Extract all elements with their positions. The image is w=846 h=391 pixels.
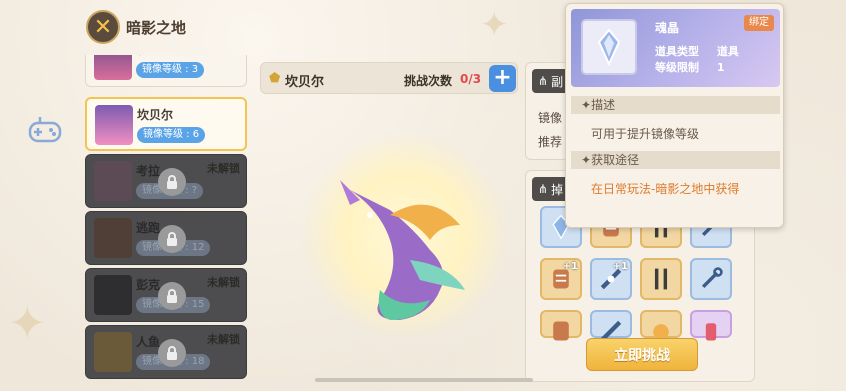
lock-icon — [158, 339, 186, 367]
item-type-row: 道具类型 道具 — [655, 43, 739, 59]
reward-slot[interactable] — [640, 258, 682, 300]
tooltip-header: 魂晶 道具类型 道具 等级限制 1 绑定 — [571, 9, 780, 87]
item-type-label: 道具类型 — [655, 45, 699, 58]
info-line: 推荐 — [538, 135, 563, 149]
avatar — [94, 218, 132, 258]
list-item[interactable]: 彭克 镜像等级 : 15 未解锁 — [85, 268, 247, 322]
reward-count-badge: +1 — [562, 261, 578, 272]
list-item[interactable]: 沙盘 镜像等级 : 3 — [85, 55, 247, 87]
bound-tag: 绑定 — [744, 15, 774, 31]
reward-slot[interactable] — [690, 258, 732, 300]
sparkle-decoration: ✦ — [480, 5, 509, 45]
level-badge: 镜像等级 : 6 — [137, 127, 206, 143]
list-item-name: 考拉 — [136, 164, 161, 178]
item-level-row: 等级限制 1 — [655, 59, 725, 75]
potion-icon — [705, 323, 717, 341]
boss-header: ⬟ 坎贝尔 挑战次数 0/3 + — [260, 62, 518, 94]
info-line: 镜像 — [538, 111, 563, 125]
challenge-count: 0/3 — [460, 72, 482, 86]
page-title: 暗影之地 — [126, 18, 187, 37]
lock-icon — [158, 168, 186, 196]
reward-slot[interactable]: +1 — [590, 258, 632, 300]
panel-header-label: 副 — [551, 74, 564, 89]
scroll-icon — [553, 321, 569, 341]
list-item-name: 彭克 — [136, 278, 161, 292]
list-item-name: 沙盘 — [136, 55, 160, 58]
avatar — [94, 275, 132, 315]
reward-slot[interactable] — [640, 310, 682, 340]
item-name: 魂晶 — [655, 21, 680, 35]
item-level-value: 1 — [716, 61, 725, 74]
list-item-name: 坎贝尔 — [137, 108, 174, 122]
list-item-name: 逃跑 — [136, 221, 161, 235]
boss-name: 坎贝尔 — [285, 75, 325, 90]
tree-icon: ⋔ — [538, 182, 549, 196]
item-tooltip: 魂晶 道具类型 道具 等级限制 1 绑定 ✦描述 可用于提升镜像等级 ✦获取途径… — [565, 3, 784, 228]
source-section-header: ✦获取途径 — [571, 151, 780, 169]
level-badge: 镜像等级 : 3 — [136, 62, 205, 78]
tree-icon: ⋔ — [538, 74, 549, 88]
stage-list[interactable]: 沙盘 镜像等级 : 3 坎贝尔 镜像等级 : 6 考拉 镜像等级 : ? 未解锁… — [85, 55, 248, 381]
locked-tag: 未解锁 — [207, 276, 240, 289]
item-type-value: 道具 — [716, 45, 739, 58]
reward-slot[interactable]: +1 — [540, 258, 582, 300]
close-icon[interactable]: ✕ — [86, 10, 120, 44]
panel-header: ⋔ 掉 — [532, 177, 570, 201]
reward-slot[interactable] — [690, 310, 732, 341]
add-attempts-button[interactable]: + — [489, 65, 516, 92]
desc-text: 可用于提升镜像等级 — [591, 127, 700, 141]
gamepad-icon[interactable] — [28, 115, 62, 145]
avatar — [95, 105, 133, 145]
reward-slot[interactable] — [590, 310, 632, 342]
claw-icon — [654, 268, 668, 290]
reward-count-badge: +1 — [612, 261, 628, 272]
list-item[interactable]: 坎贝尔 镜像等级 : 6 — [85, 97, 247, 151]
reward-slot[interactable] — [540, 310, 582, 341]
item-level-label: 等级限制 — [655, 61, 699, 74]
home-indicator — [315, 378, 533, 382]
panel-header: ⋔ 副 — [532, 69, 570, 93]
panel-header-label: 掉 — [551, 182, 564, 197]
lock-icon — [158, 225, 186, 253]
sparkle-decoration: ✦ — [8, 296, 47, 350]
start-challenge-button[interactable]: 立即挑战 — [586, 338, 698, 371]
locked-tag: 未解锁 — [207, 333, 240, 346]
source-text: 在日常玩法-暗影之地中获得 — [591, 182, 740, 196]
source-title: 获取途径 — [591, 153, 640, 167]
star-icon: ⬟ — [269, 71, 281, 86]
list-item-name: 人鱼 — [136, 335, 161, 349]
avatar — [94, 55, 132, 80]
lock-icon — [158, 282, 186, 310]
title-bar: ✕ 暗影之地 — [86, 10, 186, 44]
desc-section-header: ✦描述 — [571, 96, 780, 114]
locked-tag: 未解锁 — [207, 162, 240, 175]
avatar — [94, 332, 132, 372]
challenge-label: 挑战次数 — [404, 74, 453, 88]
list-item[interactable]: 逃跑 镜像等级 : 12 — [85, 211, 247, 265]
desc-title: 描述 — [591, 98, 616, 112]
list-item[interactable]: 考拉 镜像等级 : ? 未解锁 — [85, 154, 247, 208]
boss-creature-image — [340, 180, 465, 320]
wrench-icon — [701, 267, 723, 289]
list-item[interactable]: 人鱼 镜像等级 : 18 未解锁 — [85, 325, 247, 379]
avatar — [94, 161, 132, 201]
soul-crystal-icon — [581, 19, 637, 75]
